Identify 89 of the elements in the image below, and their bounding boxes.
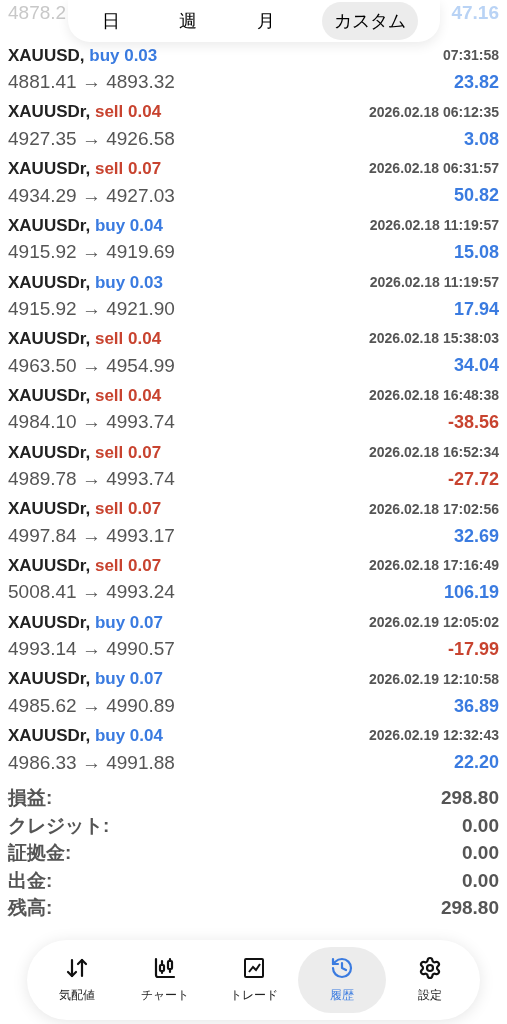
line-chart-icon bbox=[241, 956, 266, 981]
price-range: 4985.62 → 4990.89 bbox=[8, 693, 175, 718]
settings-icon bbox=[417, 956, 442, 981]
deal-symbol: XAUUSDr, sell 0.07 bbox=[8, 554, 162, 577]
price-range: 4963.50 → 4954.99 bbox=[8, 353, 175, 378]
deal-symbol: XAUUSDr, buy 0.07 bbox=[8, 668, 163, 691]
deal-time: 2026.02.18 06:31:57 bbox=[369, 159, 499, 179]
deal-time: 2026.02.18 17:16:49 bbox=[369, 556, 499, 576]
price-range: 4984.10 → 4993.74 bbox=[8, 410, 175, 435]
summary-label: 出金: bbox=[8, 868, 53, 893]
price-range: 4997.84 → 4993.17 bbox=[8, 523, 175, 548]
deal-row[interactable]: XAUUSDr, buy 0.04 2026.02.19 12:32:43 4986.33 → 4991.88 22.20 bbox=[0, 722, 507, 779]
deal-time: 2026.02.18 06:12:35 bbox=[369, 102, 499, 122]
deal-symbol: XAUUSDr, buy 0.04 bbox=[8, 214, 163, 237]
price-range: 4934.29 → 4927.03 bbox=[8, 183, 175, 208]
profit-value: 15.08 bbox=[453, 241, 499, 265]
price-range: 4927.35 → 4926.58 bbox=[8, 126, 175, 151]
summary-label: 証拠金: bbox=[8, 841, 72, 866]
deal-row[interactable]: XAUUSD, buy 0.03 07:31:58 4881.41 → 4893.32 23.82 bbox=[0, 42, 507, 99]
deal-row[interactable]: XAUUSDr, sell 0.07 2026.02.18 06:31:57 4934.29 → 4927.03 50.82 bbox=[0, 155, 507, 213]
period-tab[interactable]: 月 bbox=[244, 2, 287, 40]
deal-time: 2026.02.18 11:19:57 bbox=[369, 272, 499, 292]
deal-symbol: XAUUSDr, buy 0.07 bbox=[8, 611, 163, 634]
candlestick-icon bbox=[153, 956, 178, 981]
deal-time: 2026.02.19 12:32:43 bbox=[369, 726, 499, 746]
nav-tab[interactable]: トレード bbox=[209, 947, 298, 1014]
deal-row[interactable]: XAUUSDr, buy 0.07 2026.02.19 12:10:58 4985.62 → 4990.89 36.89 bbox=[0, 665, 507, 723]
price-range: 4986.33 → 4991.88 bbox=[8, 750, 175, 775]
deal-row[interactable]: XAUUSDr, buy 0.04 2026.02.18 11:19:57 4915.92 → 4919.69 15.08 bbox=[0, 212, 507, 269]
deal-row[interactable]: XAUUSDr, sell 0.04 2026.02.18 16:48:38 4984.10 → 4993.74 -38.56 bbox=[0, 382, 507, 439]
deal-symbol: XAUUSDr, sell 0.07 bbox=[8, 158, 162, 181]
summary-value: 0.00 bbox=[462, 841, 499, 866]
deal-row[interactable]: XAUUSDr, sell 0.07 2026.02.18 17:02:56 4997.84 → 4993.17 32.69 bbox=[0, 495, 507, 553]
price-range: 4915.92 → 4919.69 bbox=[8, 240, 175, 265]
nav-tab[interactable]: 設定 bbox=[385, 947, 474, 1014]
summary-value: 298.80 bbox=[440, 786, 499, 811]
nav-tab[interactable]: 履歴 bbox=[297, 947, 386, 1014]
deal-time: 07:31:58 bbox=[442, 46, 499, 65]
profit-value: 50.82 bbox=[453, 184, 499, 208]
nav-tab[interactable]: チャート bbox=[121, 947, 210, 1014]
period-tab[interactable]: 日 bbox=[89, 2, 132, 40]
summary-label: 残高: bbox=[8, 896, 53, 921]
deal-symbol: XAUUSDr, buy 0.04 bbox=[8, 725, 163, 747]
deal-symbol: XAUUSDr, sell 0.07 bbox=[8, 498, 162, 521]
deal-time: 2026.02.18 16:52:34 bbox=[369, 442, 499, 462]
summary-value: 0.00 bbox=[462, 813, 499, 838]
deal-row[interactable]: XAUUSDr, sell 0.04 2026.02.18 15:38:03 4963.50 → 4954.99 34.04 bbox=[0, 325, 507, 383]
deal-time: 2026.02.19 12:05:02 bbox=[369, 612, 499, 632]
deal-symbol: XAUUSDr, sell 0.04 bbox=[8, 384, 162, 407]
deal-row[interactable]: XAUUSDr, buy 0.07 2026.02.19 12:05:02 4993.14 → 4990.57 -17.99 bbox=[0, 608, 507, 666]
summary-label: クレジット: bbox=[8, 813, 110, 838]
summary-label: 損益: bbox=[8, 786, 53, 811]
nav-tab[interactable]: 気配値 bbox=[33, 947, 122, 1014]
profit-value: 34.04 bbox=[453, 354, 499, 378]
history-icon bbox=[329, 956, 354, 981]
deal-row[interactable]: XAUUSDr, sell 0.07 2026.02.18 17:16:49 5008.41 → 4993.24 106.19 bbox=[0, 552, 507, 609]
deal-time: 2026.02.18 11:19:57 bbox=[369, 216, 499, 236]
deal-symbol: XAUUSDr, buy 0.03 bbox=[8, 271, 163, 294]
profit-value: 47.16 bbox=[451, 0, 499, 25]
profit-value: 23.82 bbox=[453, 71, 499, 94]
deal-symbol: XAUUSDr, sell 0.04 bbox=[8, 101, 162, 124]
price-range: 4881.41 → 4893.32 bbox=[8, 70, 175, 95]
profit-value: 32.69 bbox=[453, 524, 499, 548]
profit-value: -17.99 bbox=[447, 637, 499, 661]
deal-row[interactable]: XAUUSDr, sell 0.04 2026.02.18 06:12:35 4927.35 → 4926.58 3.08 bbox=[0, 98, 507, 156]
deal-row[interactable]: XAUUSDr, sell 0.07 2026.02.18 16:52:34 4989.78 → 4993.74 -27.72 bbox=[0, 438, 507, 496]
profit-value: -27.72 bbox=[447, 467, 499, 491]
summary-value: 298.80 bbox=[440, 896, 499, 921]
period-tab[interactable]: 週 bbox=[167, 2, 210, 40]
price-range: 4915.92 → 4921.90 bbox=[8, 297, 175, 321]
summary-value: 0.00 bbox=[462, 868, 499, 893]
profit-value: 3.08 bbox=[463, 127, 499, 151]
period-tab[interactable]: カスタム bbox=[322, 2, 419, 40]
profit-value: 22.20 bbox=[453, 751, 499, 775]
deal-symbol: XAUUSDr, sell 0.04 bbox=[8, 328, 162, 351]
deal-symbol: XAUUSD, buy 0.03 bbox=[8, 44, 158, 67]
profit-value: 17.94 bbox=[453, 297, 499, 321]
deal-row[interactable]: XAUUSDr, buy 0.03 2026.02.18 11:19:57 4915.92 → 4921.90 17.94 bbox=[0, 268, 507, 326]
price-range: 5008.41 → 4993.24 bbox=[8, 580, 175, 605]
deal-symbol: XAUUSDr, sell 0.07 bbox=[8, 441, 162, 464]
deal-time: 2026.02.18 15:38:03 bbox=[369, 329, 499, 349]
profit-value: 106.19 bbox=[443, 581, 499, 605]
price-range: 4993.14 → 4990.57 bbox=[8, 637, 175, 662]
deal-time: 2026.02.19 12:10:58 bbox=[369, 669, 499, 689]
price-range: 4989.78 → 4993.74 bbox=[8, 467, 175, 492]
deal-time: 2026.02.18 16:48:38 bbox=[369, 386, 499, 406]
profit-value: -38.56 bbox=[447, 411, 499, 435]
profit-value: 36.89 bbox=[453, 694, 499, 718]
deal-time: 2026.02.18 17:02:56 bbox=[369, 499, 499, 519]
